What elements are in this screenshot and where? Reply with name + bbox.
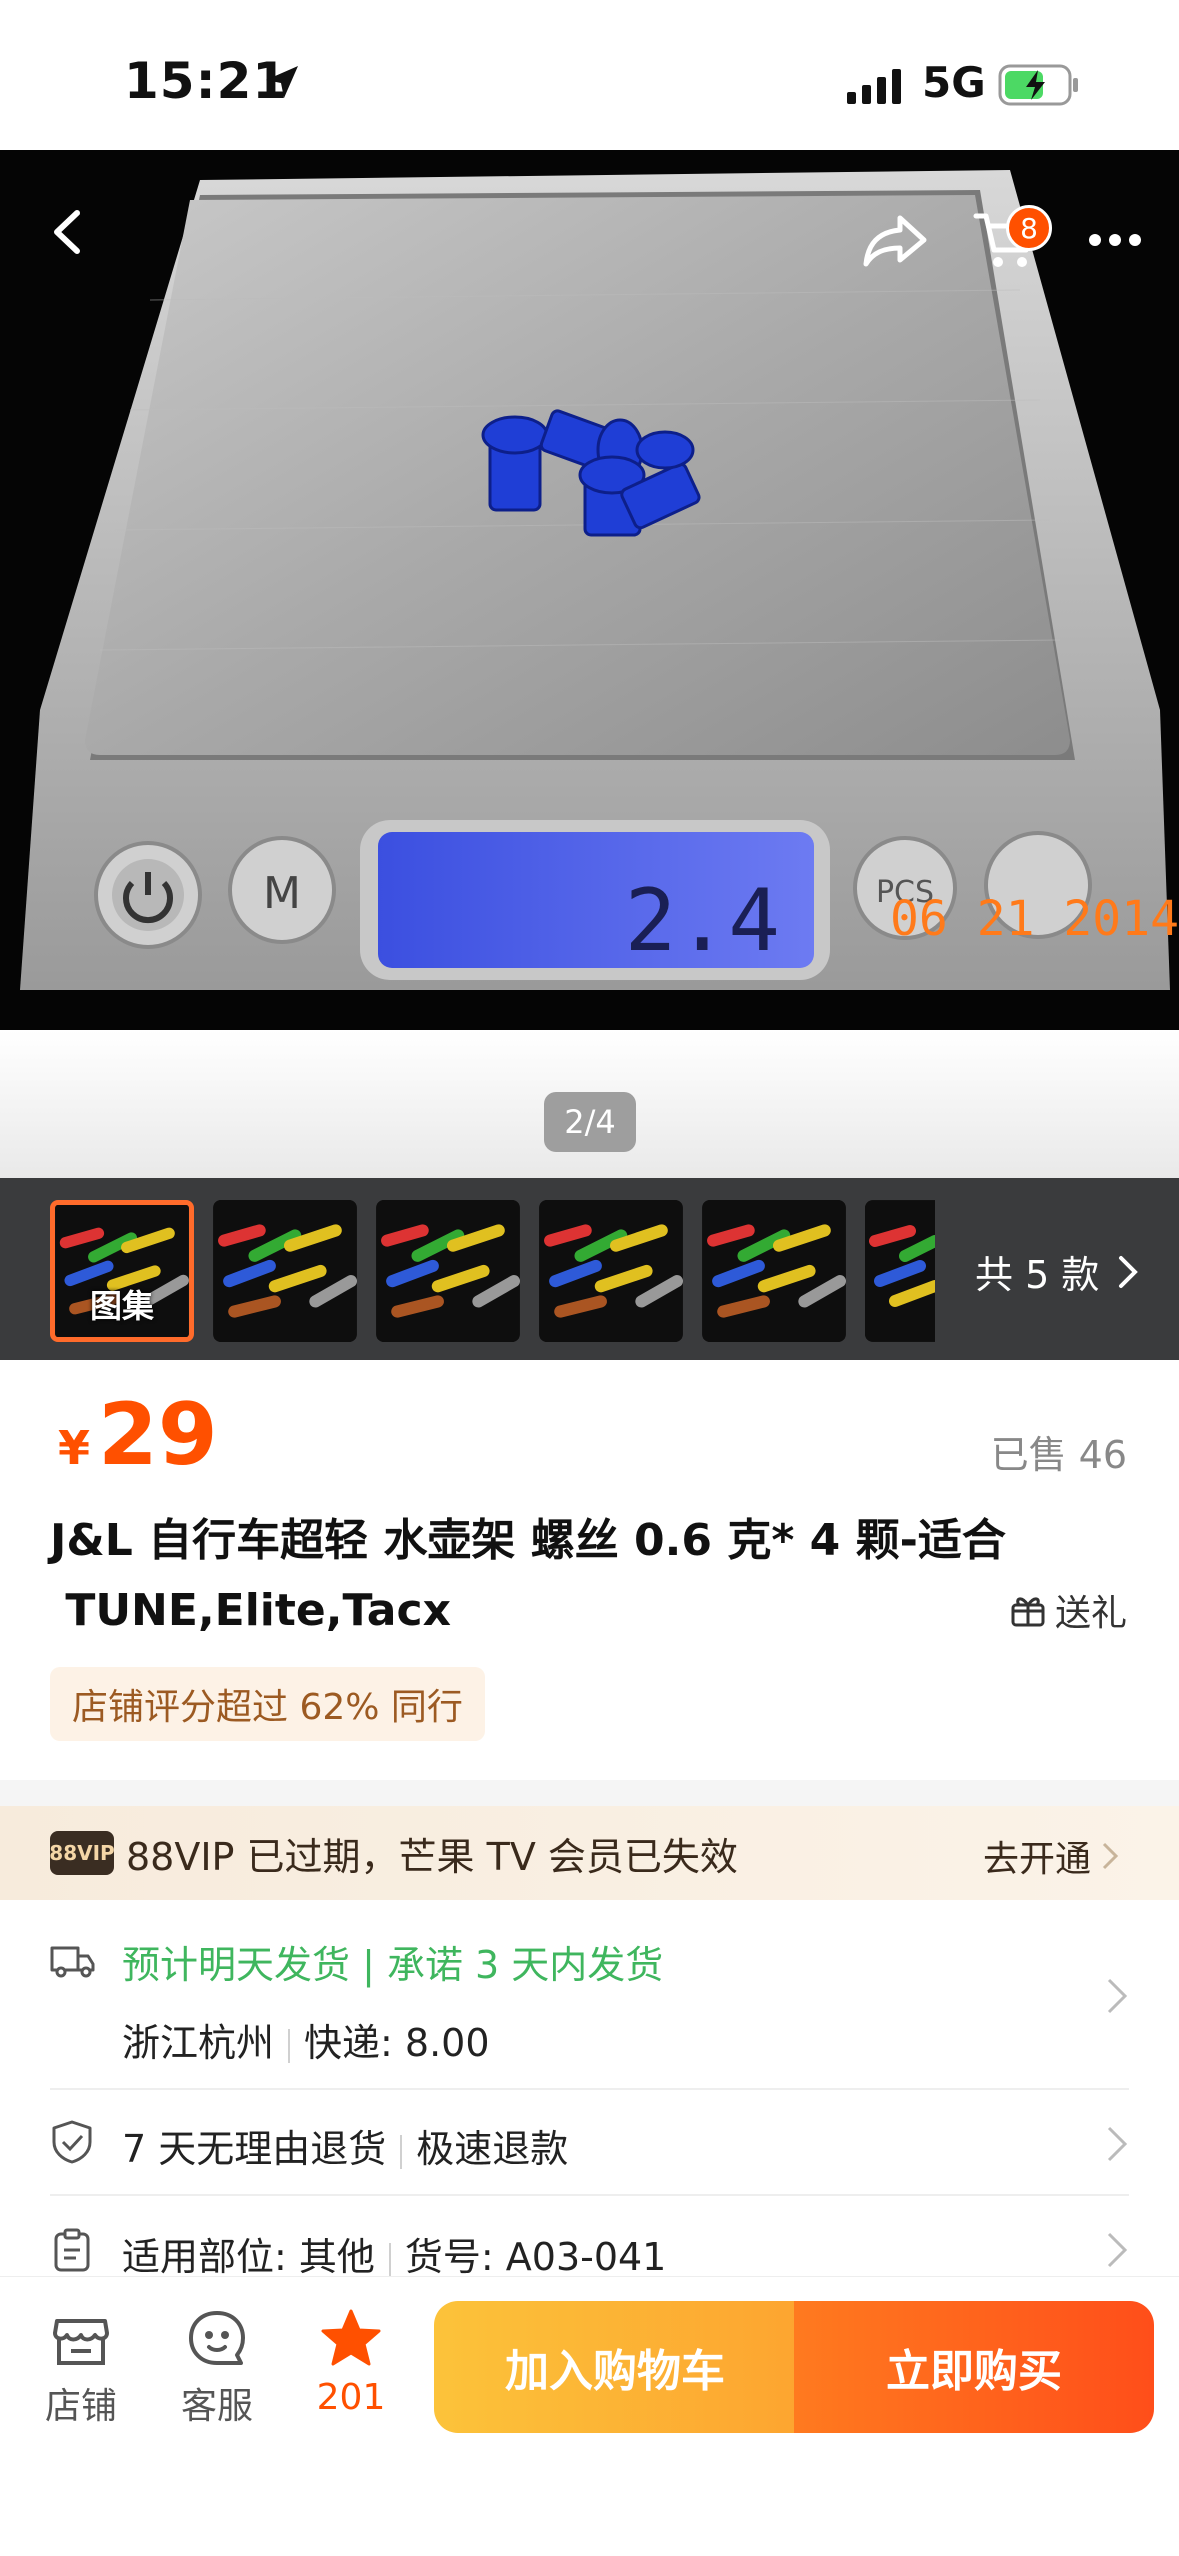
more-icon	[1089, 234, 1141, 246]
add-to-cart-button[interactable]: 加入购物车	[434, 2301, 796, 2433]
chevron-right-icon	[1119, 1255, 1139, 1288]
share-icon	[863, 215, 927, 267]
price: ¥ 29	[58, 1392, 218, 1478]
screws-thumbnail	[865, 1201, 935, 1341]
photo-date-stamp: 06 21 2014	[890, 891, 1179, 947]
shipping-origin: 浙江杭州	[122, 2021, 275, 2065]
battery-icon	[998, 64, 1078, 106]
product-title[interactable]: J&L 自行车超轻 水壶架 螺丝 0.6 克* 4 颗-适合 TUNE,Elit…	[50, 1506, 1050, 1646]
params-row[interactable]: 适用部位: 其他 货号: A03-041	[0, 2196, 1179, 2279]
location-arrow-icon	[266, 66, 298, 98]
thumbnail-5[interactable]	[702, 1200, 846, 1342]
thumbnail-4[interactable]	[539, 1200, 683, 1342]
param-part: 适用部位: 其他	[122, 2235, 375, 2279]
star-icon	[321, 2309, 381, 2366]
shield-check-icon	[52, 2120, 92, 2164]
section-divider	[0, 1780, 1179, 1806]
shop-rating-badge: 店铺评分超过 62% 同行	[50, 1667, 485, 1741]
chevron-right-icon	[1107, 2232, 1128, 2268]
params-text: 适用部位: 其他 货号: A03-041	[122, 2226, 666, 2281]
service-row[interactable]: 7 天无理由退货 极速退款	[0, 2090, 1179, 2196]
clipboard-icon	[54, 2228, 90, 2272]
vip-badge: 88VIP	[49, 1831, 115, 1875]
favorite-count: 201	[316, 2377, 386, 2418]
vip-cta-label: 去开通	[982, 1839, 1091, 1880]
thumbnail-6[interactable]	[865, 1200, 935, 1342]
chevron-right-icon	[1107, 2126, 1128, 2162]
price-symbol: ¥	[58, 1421, 91, 1475]
vip-banner[interactable]: 88VIP 88VIP 已过期，芒果 TV 会员已失效 去开通	[0, 1806, 1179, 1900]
screws-thumbnail	[214, 1200, 357, 1342]
thumbnail-label: 图集	[89, 1287, 154, 1325]
variant-count-label: 共 5 款	[975, 1253, 1100, 1297]
thumbnail-3[interactable]	[376, 1200, 520, 1342]
network-type: 5G	[922, 58, 986, 107]
product-image[interactable]: 2.4 M PCS 06 21 2014	[0, 150, 1179, 1030]
gift-label: 送礼	[1054, 1593, 1127, 1634]
separator	[388, 2242, 391, 2277]
back-button[interactable]	[30, 195, 104, 269]
chevron-right-icon	[1102, 1842, 1119, 1870]
chevron-right-icon	[1107, 1978, 1128, 2014]
price-value: 29	[98, 1385, 218, 1485]
status-bar: 15:21 5G	[0, 0, 1179, 150]
variant-count-button[interactable]: 共 5 款	[975, 1244, 1139, 1299]
thumbnail-strip: 图集 共 5 款	[0, 1178, 1179, 1360]
shipping-detail: 浙江杭州 快递: 8.00	[122, 2012, 490, 2067]
param-sku: 货号: A03-041	[404, 2235, 667, 2279]
truck-icon	[50, 1946, 95, 1978]
chat-face-icon	[189, 2311, 245, 2365]
store-label: 店铺	[44, 2386, 117, 2427]
thumbnail-2[interactable]	[213, 1200, 357, 1342]
shipping-estimate: 预计明天发货 | 承诺 3 天内发货	[122, 1943, 664, 1987]
store-button[interactable]: 店铺	[26, 2307, 136, 2429]
thumbnail-gallery[interactable]: 图集	[50, 1200, 194, 1342]
scale-photo: 2.4 M PCS 06 21 2014	[0, 150, 1179, 1030]
refund-policy: 极速退款	[416, 2127, 569, 2171]
svg-text:M: M	[263, 868, 301, 919]
store-icon	[53, 2319, 109, 2365]
back-arrow-icon	[54, 210, 80, 254]
product-title-line-2: TUNE,Elite,Tacx	[50, 1585, 451, 1636]
favorite-button[interactable]: 201	[296, 2307, 406, 2418]
gift-icon	[1011, 1597, 1045, 1627]
more-button[interactable]	[1075, 205, 1155, 275]
sold-count: 已售 46	[990, 1433, 1127, 1477]
shipping-fee: 快递: 8.00	[304, 2021, 490, 2065]
service-text: 7 天无理由退货 极速退款	[122, 2118, 568, 2173]
gift-button[interactable]: 送礼	[1009, 1584, 1127, 1636]
vip-activate-button[interactable]: 去开通	[983, 1830, 1119, 1882]
share-button[interactable]	[855, 205, 935, 275]
screws-thumbnail	[703, 1200, 846, 1342]
separator	[288, 2028, 291, 2063]
separator	[400, 2134, 403, 2169]
cart-badge: 8	[1006, 205, 1052, 251]
vip-text: 88VIP 已过期，芒果 TV 会员已失效	[126, 1834, 738, 1879]
product-title-line-1: J&L 自行车超轻 水壶架 螺丝 0.6 克* 4 颗-适合	[50, 1515, 1006, 1566]
screws-thumbnail	[540, 1200, 683, 1342]
shipping-row[interactable]: 预计明天发货 | 承诺 3 天内发货 浙江杭州 快递: 8.00	[0, 1900, 1179, 2090]
screws-thumbnail	[377, 1200, 520, 1342]
bottom-action-bar: 店铺 客服 201 加入购物车 立即购买	[0, 2276, 1179, 2556]
signal-icon	[847, 69, 901, 104]
returns-policy: 7 天无理由退货	[122, 2127, 387, 2171]
buy-now-button[interactable]: 立即购买	[794, 2301, 1154, 2433]
scale-reading: 2.4	[625, 871, 780, 971]
page-indicator: 2/4	[544, 1092, 636, 1152]
service-label: 客服	[180, 2386, 253, 2427]
customer-service-button[interactable]: 客服	[162, 2307, 272, 2429]
